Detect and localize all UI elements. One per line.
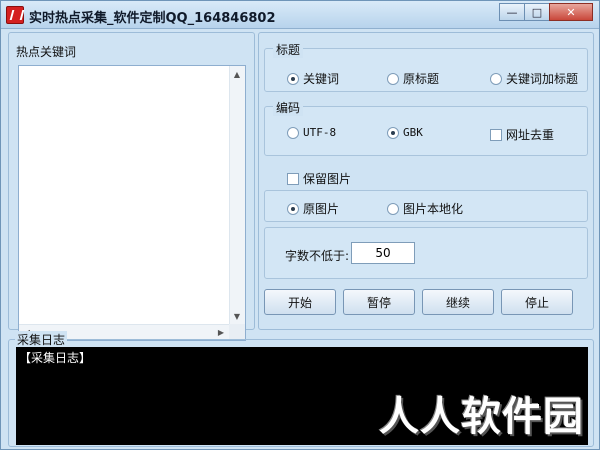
- vertical-scrollbar[interactable]: ▲ ▼: [229, 66, 245, 324]
- title-groupbox: 标题 关键词 原标题 关键词加标题: [264, 41, 588, 92]
- log-line: 【采集日志】: [19, 351, 92, 365]
- word-count-groupbox: 字数不低于:: [264, 227, 588, 279]
- encoding-option-utf8[interactable]: UTF-8: [287, 126, 336, 139]
- log-output[interactable]: 【采集日志】 人人软件园: [16, 347, 588, 445]
- radio-icon[interactable]: [490, 72, 502, 85]
- close-icon: ✕: [566, 5, 576, 19]
- app-logo-icon: [6, 6, 24, 24]
- encoding-option-label: UTF-8: [303, 126, 337, 139]
- image-option-label: 原图片: [303, 202, 340, 216]
- keep-images-label: 保留图片: [303, 172, 352, 186]
- radio-icon[interactable]: [287, 126, 299, 139]
- log-label: 采集日志: [15, 331, 68, 348]
- radio-icon[interactable]: [387, 72, 399, 85]
- keep-images-checkbox[interactable]: 保留图片: [287, 170, 351, 187]
- keywords-label: 热点关键词: [16, 45, 77, 59]
- image-option-label: 图片本地化: [403, 202, 464, 216]
- keywords-panel: 热点关键词 ▲ ▼ ◀ ▶: [8, 32, 255, 341]
- radio-icon[interactable]: [387, 202, 399, 215]
- start-button[interactable]: 开始: [264, 289, 336, 315]
- close-button[interactable]: ✕: [549, 3, 593, 21]
- title-option-keyword[interactable]: 关键词: [287, 70, 339, 87]
- image-option-localize[interactable]: 图片本地化: [387, 200, 463, 217]
- stop-button[interactable]: 停止: [501, 289, 573, 315]
- checkbox-icon[interactable]: [490, 128, 502, 141]
- resume-button[interactable]: 继续: [422, 289, 494, 315]
- image-mode-groupbox: 原图片 图片本地化: [264, 190, 588, 222]
- title-option-keyword-plus-title[interactable]: 关键词加标题: [490, 70, 578, 87]
- radio-selected-icon[interactable]: [287, 72, 299, 85]
- pause-button[interactable]: 暂停: [343, 289, 415, 315]
- scrollbar-corner: [229, 324, 245, 340]
- encoding-option-label: GBK: [403, 126, 423, 139]
- title-option-original[interactable]: 原标题: [387, 70, 439, 87]
- title-option-label: 关键词加标题: [506, 72, 579, 86]
- window-controls: — □ ✕: [499, 3, 593, 21]
- settings-panel: 标题 关键词 原标题 关键词加标题 编码 UTF-8 GBK 网址去重 保留图片…: [258, 32, 594, 330]
- checkbox-icon[interactable]: [287, 172, 299, 185]
- title-option-label: 关键词: [303, 72, 340, 86]
- window-title: 实时热点采集_软件定制QQ_164846802: [29, 11, 276, 26]
- watermark-text: 人人软件园: [379, 393, 584, 440]
- title-bar[interactable]: 实时热点采集_软件定制QQ_164846802 — □ ✕: [1, 1, 599, 29]
- radio-selected-icon[interactable]: [287, 202, 299, 215]
- scroll-right-icon[interactable]: ▶: [214, 325, 228, 339]
- url-dedupe-checkbox[interactable]: 网址去重: [490, 126, 554, 143]
- encoding-groupbox: 编码 UTF-8 GBK 网址去重: [264, 99, 588, 156]
- image-option-original[interactable]: 原图片: [287, 200, 339, 217]
- scroll-up-icon[interactable]: ▲: [230, 67, 244, 81]
- encoding-group-label: 编码: [273, 99, 304, 116]
- minimize-icon: —: [506, 5, 518, 19]
- radio-selected-icon[interactable]: [387, 126, 399, 139]
- scroll-down-icon[interactable]: ▼: [230, 309, 244, 323]
- title-group-label: 标题: [273, 41, 304, 58]
- word-count-label: 字数不低于:: [285, 249, 350, 263]
- minimize-button[interactable]: —: [499, 3, 525, 21]
- maximize-icon: □: [531, 5, 543, 19]
- title-option-label: 原标题: [403, 72, 440, 86]
- app-window: 实时热点采集_软件定制QQ_164846802 — □ ✕ 热点关键词 ▲ ▼ …: [0, 0, 600, 450]
- url-dedupe-label: 网址去重: [506, 128, 555, 142]
- maximize-button[interactable]: □: [524, 3, 550, 21]
- encoding-option-gbk[interactable]: GBK: [387, 126, 423, 139]
- keywords-textarea[interactable]: ▲ ▼ ◀ ▶: [18, 65, 246, 341]
- word-count-input[interactable]: [351, 242, 415, 264]
